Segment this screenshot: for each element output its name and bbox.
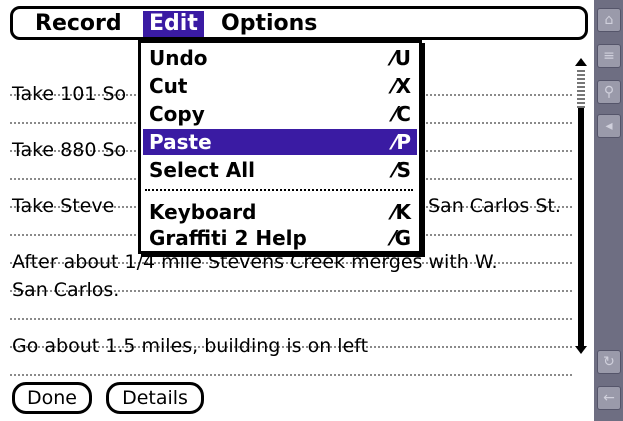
note-text: San Carlos. xyxy=(12,279,120,301)
scroll-up-arrow-icon[interactable] xyxy=(575,58,587,66)
details-button[interactable]: Details xyxy=(106,382,204,414)
scroll-down-arrow-icon[interactable] xyxy=(575,346,587,354)
menu-item-paste[interactable]: Paste ⁄P xyxy=(143,129,417,155)
scrollbar[interactable] xyxy=(575,58,587,358)
menu-item-label: Undo xyxy=(149,46,208,70)
menu-separator xyxy=(145,189,413,191)
edit-menu-dropdown: Undo ⁄U Cut ⁄X Copy ⁄C Paste ⁄P Select A… xyxy=(138,40,422,254)
menu-edit[interactable]: Edit xyxy=(143,11,204,37)
note-text: Take Steve xyxy=(12,195,115,217)
menu-item-label: Keyboard xyxy=(149,200,257,224)
menu-record[interactable]: Record xyxy=(29,11,128,37)
menu-item-cut[interactable]: Cut ⁄X xyxy=(143,73,417,99)
palm-screen: Record Edit Options Take 101 So Take 880… xyxy=(0,0,594,421)
home-icon[interactable]: ⌂ xyxy=(597,8,621,32)
note-text: San Carlos St. xyxy=(428,195,561,217)
silkscreen-strip: ⌂ ≡ ⚲ ◂ ↻ ← xyxy=(594,0,623,421)
menu-item-copy[interactable]: Copy ⁄C xyxy=(143,101,417,127)
menu-item-select-all[interactable]: Select All ⁄S xyxy=(143,157,417,183)
rotate-icon[interactable]: ↻ xyxy=(597,350,621,374)
scroll-thumb[interactable] xyxy=(577,68,585,108)
scroll-track[interactable] xyxy=(578,108,584,346)
find-icon[interactable]: ⚲ xyxy=(597,80,621,104)
note-text: Go about 1.5 miles, building is on left xyxy=(12,335,369,357)
back-arrow-icon[interactable]: ← xyxy=(597,386,621,410)
menu-item-label: Copy xyxy=(149,102,205,126)
menu-icon[interactable]: ≡ xyxy=(597,44,621,68)
menu-item-graffiti-help[interactable]: Graffiti 2 Help ⁄G xyxy=(143,225,417,251)
menu-item-shortcut: ⁄K xyxy=(392,200,411,224)
menu-item-shortcut: ⁄G xyxy=(391,226,411,250)
menu-item-label: Cut xyxy=(149,74,188,98)
speaker-icon[interactable]: ◂ xyxy=(597,114,621,138)
menu-options[interactable]: Options xyxy=(215,11,323,37)
note-text: Take 101 So xyxy=(12,83,127,105)
menu-item-shortcut: ⁄U xyxy=(391,46,411,70)
menu-item-label: Graffiti 2 Help xyxy=(149,226,307,250)
menu-item-label: Select All xyxy=(149,158,255,182)
menu-item-shortcut: ⁄S xyxy=(393,158,411,182)
menu-item-label: Paste xyxy=(149,130,212,154)
menu-item-shortcut: ⁄P xyxy=(393,130,411,154)
note-text: Take 880 So xyxy=(12,139,127,161)
done-button[interactable]: Done xyxy=(12,382,92,414)
menubar: Record Edit Options xyxy=(10,6,588,40)
menu-item-undo[interactable]: Undo ⁄U xyxy=(143,45,417,71)
menu-item-keyboard[interactable]: Keyboard ⁄K xyxy=(143,199,417,225)
menu-item-shortcut: ⁄C xyxy=(392,102,411,126)
menu-item-shortcut: ⁄X xyxy=(392,74,411,98)
